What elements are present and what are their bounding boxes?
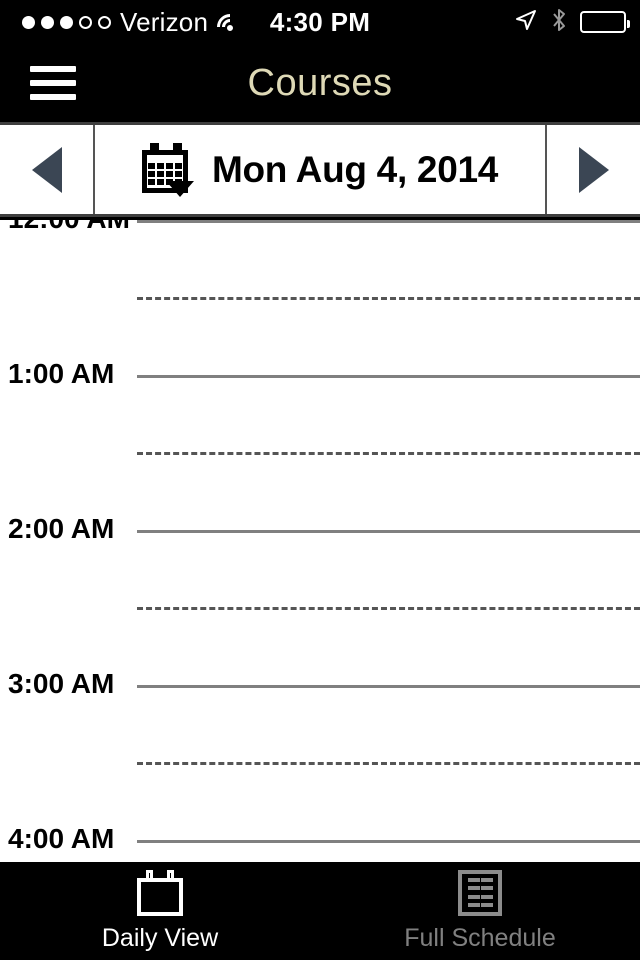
- hour-row[interactable]: 12:00 AM: [0, 220, 640, 375]
- hour-row[interactable]: 1:00 AM: [0, 358, 640, 530]
- hour-label: 1:00 AM: [8, 358, 115, 389]
- hour-row[interactable]: 3:00 AM: [0, 668, 640, 840]
- hour-gridline: [137, 840, 640, 843]
- app-root: Verizon 4:30 PM Courses Mon Aug 4, 2014 …: [0, 0, 640, 960]
- hour-gridline: [137, 530, 640, 533]
- date-picker-button[interactable]: Mon Aug 4, 2014: [95, 125, 545, 214]
- calendar-icon: [137, 869, 183, 916]
- battery-icon: [580, 11, 630, 33]
- hour-label: 12:00 AM: [8, 220, 130, 235]
- previous-day-button[interactable]: [0, 125, 95, 214]
- bluetooth-icon: [550, 7, 568, 38]
- tab-daily-view[interactable]: Daily View: [0, 862, 320, 960]
- hour-row[interactable]: 4:00 AM: [0, 823, 640, 862]
- daily-schedule-grid[interactable]: 12:00 AM 1:00 AM 2:00 AM 3:00 AM 4:00 AM: [0, 220, 640, 862]
- next-day-button[interactable]: [545, 125, 640, 214]
- status-bar-right: [514, 7, 630, 38]
- hour-gridline: [137, 685, 640, 688]
- hour-row[interactable]: 2:00 AM: [0, 513, 640, 685]
- date-navigation-bar: Mon Aug 4, 2014: [0, 122, 640, 217]
- half-hour-gridline: [137, 452, 640, 455]
- chevron-left-icon: [31, 146, 62, 193]
- tab-label: Full Schedule: [404, 923, 556, 952]
- calendar-picker-icon: [141, 142, 194, 197]
- hour-label: 3:00 AM: [8, 668, 115, 699]
- half-hour-gridline: [137, 607, 640, 610]
- tab-full-schedule[interactable]: Full Schedule: [320, 862, 640, 960]
- current-date-label: Mon Aug 4, 2014: [211, 148, 499, 190]
- hour-label: 4:00 AM: [8, 823, 115, 854]
- hour-gridline: [137, 220, 640, 223]
- hamburger-menu-icon[interactable]: [30, 66, 76, 100]
- location-arrow-icon: [514, 8, 538, 37]
- status-bar: Verizon 4:30 PM: [0, 0, 640, 46]
- bottom-tab-bar: Daily View Full Schedule: [0, 862, 640, 960]
- half-hour-gridline: [137, 762, 640, 765]
- list-grid-icon: [458, 869, 502, 916]
- half-hour-gridline: [137, 297, 640, 300]
- page-title: Courses: [247, 61, 393, 104]
- hour-label: 2:00 AM: [8, 513, 115, 544]
- navigation-bar: Courses: [0, 44, 640, 122]
- tab-label: Daily View: [101, 923, 219, 952]
- chevron-right-icon: [578, 146, 609, 193]
- hour-gridline: [137, 375, 640, 378]
